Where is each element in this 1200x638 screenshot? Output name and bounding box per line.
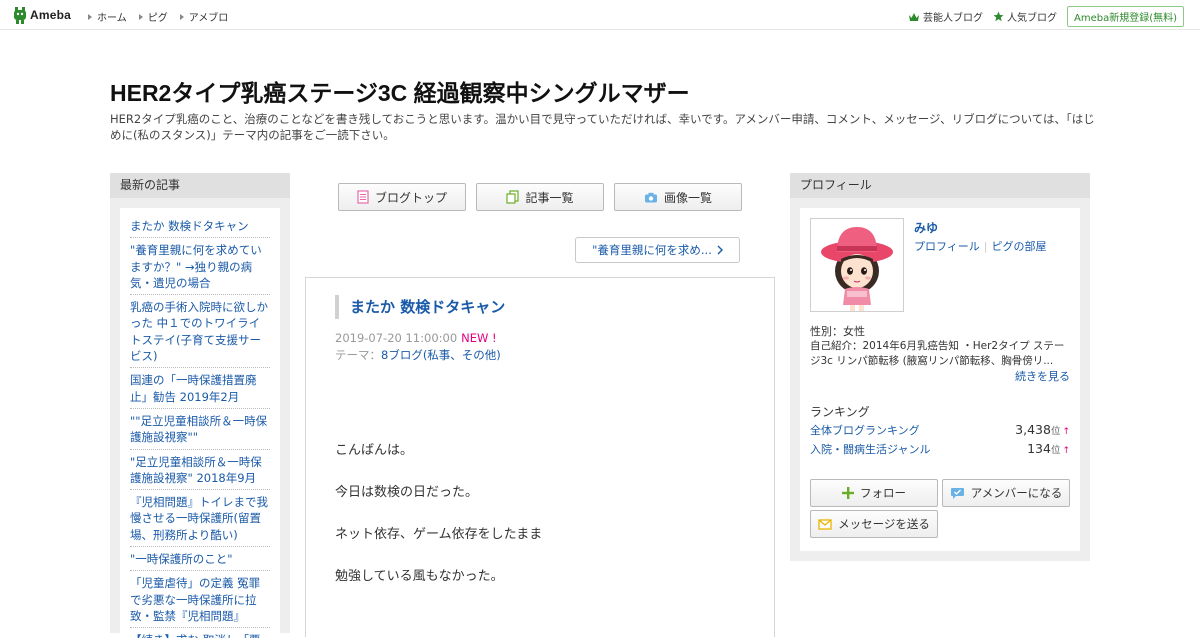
article-paragraph: こんばんは。	[335, 443, 414, 458]
profile-link[interactable]: プロフィール	[914, 240, 980, 253]
global-header: Ameba ホーム ピグ アメブロ 芸能人ブログ 人気ブログ Ameba新規登録…	[0, 0, 1200, 30]
rank-up-arrow-icon: ↑	[1062, 446, 1070, 456]
profile-panel: プロフィール みゆ プロフィール | ピグの部屋 性別：女性 自己紹介：2014…	[790, 173, 1090, 561]
new-badge: NEW !	[461, 331, 497, 345]
pigg-room-link[interactable]: ピグの部屋	[992, 240, 1047, 253]
profile-gender: 性別：女性	[810, 325, 865, 338]
register-button[interactable]: Ameba新規登録(無料)	[1066, 6, 1184, 27]
plus-icon	[842, 487, 854, 499]
recent-article-item[interactable]: 乳癌の手術入院時に欲しかった 中１でのトワイライトステイ(子育て支援サービス)	[130, 295, 270, 369]
amember-button[interactable]: アメンバーになる	[942, 479, 1070, 507]
image-list-label: 画像一覧	[663, 190, 712, 205]
ranking-value: 3,438位 ↑	[1015, 422, 1070, 438]
article-body: こんばんは。 今日は数検の日だった。 ネット依存、ゲーム依存をしたまま 勉強して…	[335, 441, 542, 609]
article: またか 数検ドタキャン 2019-07-20 11:00:00 NEW ! テーマ…	[305, 277, 775, 637]
recent-article-item[interactable]: "養育里親に何を求めていますか？" →独り親の病気・遺児の場合	[130, 238, 270, 296]
recent-article-item[interactable]: 「児童虐待」の定義 冤罪で劣悪な一時保護所に拉致・監禁『児相問題』	[130, 571, 270, 629]
theme-label: テーマ：	[335, 348, 381, 362]
ameba-logo-icon	[14, 6, 26, 24]
blog-nav-buttons: ブログトップ 記事一覧 画像一覧	[338, 183, 752, 211]
rank-up-arrow-icon: ↑	[1062, 427, 1070, 437]
ranking-row-genre: 入院・闘病生活ジャンル 134位 ↑	[810, 441, 1070, 457]
profile-heading: プロフィール	[790, 173, 1090, 198]
star-icon	[993, 11, 1004, 22]
nav-ameblo[interactable]: アメブロ	[179, 9, 229, 24]
recent-article-item[interactable]: "一時保護所のこと"	[130, 547, 270, 572]
ranking-number: 3,438	[1015, 422, 1051, 437]
camera-icon	[644, 192, 657, 202]
follow-label: フォロー	[860, 486, 906, 500]
nav-ameblo-label: アメブロ	[188, 13, 229, 24]
triangle-icon	[138, 13, 143, 20]
article-paragraph: 勉強している風もなかった。	[335, 569, 504, 584]
chevron-right-icon	[717, 245, 723, 255]
blog-top-button[interactable]: ブログトップ	[338, 183, 466, 211]
triangle-icon	[88, 13, 92, 20]
recent-article-item[interactable]: 『児相問題』トイレまで我慢させる一時保護所(留置場、刑務所より酷い)	[130, 490, 270, 548]
recent-articles-panel: 最新の記事 またか 数検ドタキャン "養育里親に何を求めていますか？" →独り親…	[110, 173, 290, 638]
next-article-label: "養育里親に何を求め...	[592, 243, 712, 257]
theme-link[interactable]: 8ブログ(私事、その他)	[381, 348, 501, 362]
recent-article-item[interactable]: "足立児童相談所＆一時保護施設視察" 2018年9月	[130, 450, 270, 491]
article-date: 2019-07-20 11:00:00	[335, 331, 458, 345]
blog-description: HER2タイプ乳癌のこと、治療のことなどを書き残しておこうと思います。温かい目で…	[110, 112, 1095, 142]
document-icon	[357, 190, 369, 204]
article-paragraph: 今日は数検の日だった。	[335, 485, 479, 500]
logo-text: Ameba	[30, 8, 72, 22]
ranking-number: 134	[1027, 441, 1051, 456]
nav-pigg[interactable]: ピグ	[138, 9, 168, 24]
article-list-label: 記事一覧	[525, 190, 574, 205]
celebrity-blog-link[interactable]: 芸能人ブログ	[908, 9, 983, 24]
ranking-row-overall: 全体ブログランキング 3,438位 ↑	[810, 422, 1070, 438]
copy-icon	[506, 190, 520, 204]
ranking-unit: 位	[1050, 426, 1061, 437]
ranking-unit: 位	[1050, 445, 1061, 456]
speech-bubble-icon	[950, 487, 964, 499]
crown-icon	[908, 12, 919, 21]
blog-title[interactable]: HER2タイプ乳癌ステージ3C 経過観察中シングルマザー	[110, 74, 690, 108]
profile-name[interactable]: みゆ	[914, 219, 938, 236]
celebrity-blog-label: 芸能人ブログ	[922, 13, 983, 24]
amember-label: アメンバーになる	[970, 486, 1063, 500]
article-meta: 2019-07-20 11:00:00 NEW !	[335, 331, 497, 345]
recent-article-item[interactable]: 国連の「一時保護措置廃止」勧告 2019年2月	[130, 368, 270, 409]
ranking-heading: ランキング	[810, 405, 870, 419]
message-button[interactable]: メッセージを送る	[810, 510, 938, 538]
message-label: メッセージを送る	[838, 517, 930, 531]
recent-articles-heading: 最新の記事	[110, 173, 290, 198]
article-paragraph: ネット依存、ゲーム依存をしたまま	[335, 527, 543, 542]
recent-article-item[interactable]: ""足立児童相談所＆一時保護施設視察""	[130, 409, 270, 450]
ranking-value: 134位 ↑	[1027, 441, 1070, 457]
global-nav: ホーム ピグ アメブロ	[88, 9, 240, 24]
profile-intro: 自己紹介：2014年6月乳癌告知 ・Her2タイプ ステージ3c リンパ節転移 …	[810, 340, 1065, 367]
header-right: 芸能人ブログ 人気ブログ Ameba新規登録(無料)	[908, 6, 1190, 27]
recent-articles-list: またか 数検ドタキャン "養育里親に何を求めていますか？" →独り親の病気・遺児…	[120, 208, 280, 638]
article-theme: テーマ：8ブログ(私事、その他)	[335, 347, 501, 363]
avatar[interactable]	[810, 218, 904, 312]
profile-box: みゆ プロフィール | ピグの部屋 性別：女性 自己紹介：2014年6月乳癌告知 ・…	[800, 208, 1080, 551]
article-title[interactable]: またか 数検ドタキャン	[350, 295, 505, 319]
article-title-block: またか 数検ドタキャン	[335, 295, 505, 319]
follow-button[interactable]: フォロー	[810, 479, 938, 507]
nav-home[interactable]: ホーム	[88, 9, 127, 24]
envelope-icon	[818, 518, 832, 530]
pigg-avatar-image	[811, 219, 903, 311]
triangle-icon	[179, 13, 184, 20]
nav-pigg-label: ピグ	[147, 13, 168, 24]
blog-top-label: ブログトップ	[374, 190, 447, 205]
link-separator: |	[983, 240, 988, 253]
article-list-button[interactable]: 記事一覧	[476, 183, 604, 211]
image-list-button[interactable]: 画像一覧	[614, 183, 742, 211]
recent-article-item[interactable]: またか 数検ドタキャン	[130, 214, 270, 239]
profile-links: プロフィール | ピグの部屋	[914, 238, 1047, 254]
ranking-label[interactable]: 全体ブログランキング	[810, 422, 920, 438]
popular-blog-link[interactable]: 人気ブログ	[993, 9, 1057, 24]
nav-home-label: ホーム	[97, 13, 127, 24]
next-article-link[interactable]: "養育里親に何を求め...	[575, 237, 740, 263]
popular-blog-label: 人気ブログ	[1006, 13, 1057, 24]
read-more-link[interactable]: 続きを見る	[1015, 368, 1070, 384]
ranking-label[interactable]: 入院・闘病生活ジャンル	[810, 441, 930, 457]
ameba-logo[interactable]: Ameba	[13, 6, 71, 24]
